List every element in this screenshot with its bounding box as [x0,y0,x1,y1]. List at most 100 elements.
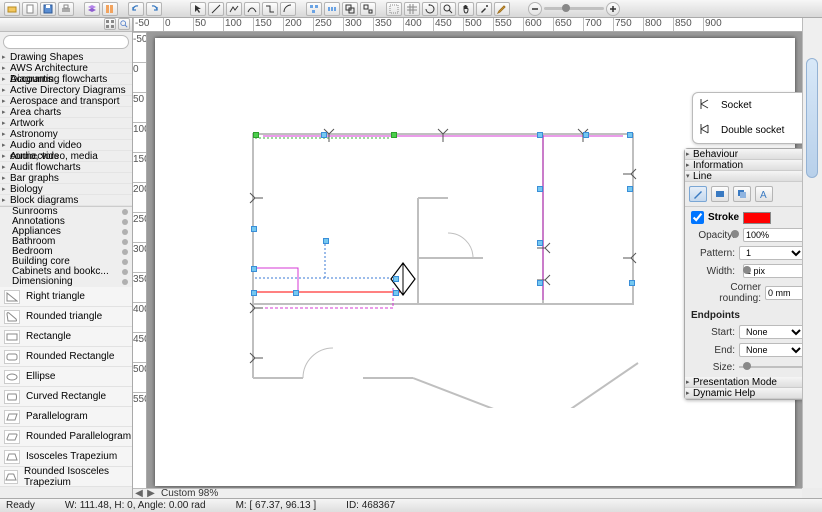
subcategory-item[interactable]: Dimensioning [0,277,132,287]
shape-item[interactable]: Ellipse [0,367,132,387]
corner-row: Corner rounding: ▴▾ [691,282,805,304]
category-item[interactable]: Area charts [0,107,132,118]
sidebar-grid-icon[interactable] [104,18,116,30]
category-item[interactable]: Artwork [0,118,132,129]
ruler-vertical: -50050100150200250300350400450500550 [133,32,147,488]
legend-panel[interactable]: Socket Double socket [692,92,810,144]
size-row: Size: [691,361,805,373]
group-button[interactable] [342,2,358,16]
line-tab-fill[interactable] [711,186,729,202]
shape-item[interactable]: Curved Rectangle [0,387,132,407]
horizontal-scrollbar[interactable]: ◀ ▶ Custom 98% [133,488,802,498]
category-item[interactable]: Active Directory Diagrams [0,85,132,96]
pattern-select[interactable]: 1 [739,246,805,260]
start-label: Start: [691,327,735,338]
shape-item[interactable]: Rounded Isosceles Trapezium [0,467,132,487]
zoom-in-button[interactable] [606,2,620,16]
snap-button[interactable] [386,2,402,16]
stroke-checkbox[interactable] [691,211,704,224]
subcategory-list: Sunrooms Annotations Appliances Bathroom… [0,206,132,287]
redo-button[interactable] [146,2,162,16]
undo-button[interactable] [128,2,144,16]
line-tab-pen[interactable] [689,186,707,202]
shape-item[interactable]: Rectangle [0,327,132,347]
connector-tool[interactable] [262,2,278,16]
open-button[interactable] [4,2,20,16]
zoom-slider[interactable] [544,7,604,10]
category-item[interactable]: AWS Architecture Diagrams [0,63,132,74]
start-select[interactable]: None [739,325,805,339]
curve-tool[interactable] [244,2,260,16]
properties-panel[interactable]: Behaviour Information Line A Stroke Opac… [684,148,812,400]
save-button[interactable] [40,2,56,16]
opacity-label: Opacity: [691,230,735,241]
new-page-button[interactable] [22,2,38,16]
sidebar-search-icon[interactable] [118,18,130,30]
line-tab-text[interactable]: A [755,186,773,202]
arc-tool[interactable] [280,2,296,16]
opacity-row: Opacity: [691,228,805,242]
status-ready: Ready [6,500,35,511]
zoom-out-button[interactable] [528,2,542,16]
legend-label: Double socket [721,125,784,136]
pencil-tool[interactable] [494,2,510,16]
shape-item[interactable]: Parallelogram [0,407,132,427]
floorplan[interactable] [243,128,643,408]
hand-tool[interactable] [458,2,474,16]
category-item[interactable]: Audit flowcharts [0,162,132,173]
color-picker-tool[interactable] [476,2,492,16]
shape-list: Right triangle Rounded triangle Rectangl… [0,287,132,487]
size-slider[interactable] [739,361,805,373]
category-item[interactable]: Bar graphs [0,173,132,184]
shape-item[interactable]: Right triangle [0,287,132,307]
status-bar: Ready W: 111.48, H: 0, Angle: 0.00 rad M… [0,498,822,512]
section-line[interactable]: Line [685,171,811,182]
shape-item[interactable]: Isosceles Trapezium [0,447,132,467]
library-button[interactable] [102,2,118,16]
pattern-label: Pattern: [691,248,735,259]
status-mouse: M: [ 67.37, 96.13 ] [236,500,317,511]
shape-item[interactable]: Rounded Rectangle [0,347,132,367]
search-input[interactable] [3,35,129,49]
shape-item[interactable]: Rounded Parallelogram [0,427,132,447]
category-item[interactable]: Block diagrams [0,195,132,206]
sidebar-search: 🔍 [0,32,132,52]
rotate-button[interactable] [422,2,438,16]
section-behaviour[interactable]: Behaviour [685,149,811,160]
section-information[interactable]: Information [685,160,811,171]
section-presentation[interactable]: Presentation Mode [685,377,811,388]
ungroup-button[interactable] [360,2,376,16]
line-tab-shadow[interactable] [733,186,751,202]
stroke-label: Stroke [708,212,739,223]
align-button[interactable] [306,2,322,16]
search-button[interactable] [440,2,456,16]
layers-button[interactable] [84,2,100,16]
shape-item[interactable]: Rounded triangle [0,307,132,327]
stroke-row: Stroke [691,211,805,224]
category-item[interactable]: Audio, video, media [0,151,132,162]
category-item[interactable]: Biology [0,184,132,195]
section-help[interactable]: Dynamic Help [685,388,811,399]
pointer-tool[interactable] [190,2,206,16]
sidebar-header[interactable]: Drawing Shapes [0,52,132,63]
double-socket-icon [699,122,715,139]
end-select[interactable]: None [739,343,805,357]
line-tool[interactable] [208,2,224,16]
category-item[interactable]: Aerospace and transport [0,96,132,107]
distribute-button[interactable] [324,2,340,16]
stroke-color-swatch[interactable] [743,212,771,224]
polyline-tool[interactable] [226,2,242,16]
print-button[interactable] [58,2,74,16]
ruler-horizontal: -500501001502002503003504004505005506006… [133,18,802,32]
category-item[interactable]: Accounting flowcharts [0,74,132,85]
category-item[interactable]: Audio and video connectors [0,140,132,151]
sidebar: 🔍 Drawing Shapes AWS Architecture Diagra… [0,18,133,502]
status-dimensions: W: 111.48, H: 0, Angle: 0.00 rad [65,500,206,511]
category-item[interactable]: Astronomy [0,129,132,140]
grid-button[interactable] [404,2,420,16]
width-row: Width: [691,264,805,278]
vertical-scrollbar[interactable] [802,18,822,488]
pattern-row: Pattern: 1 [691,246,805,260]
category-list: AWS Architecture Diagrams Accounting flo… [0,63,132,206]
corner-label: Corner rounding: [691,282,761,304]
